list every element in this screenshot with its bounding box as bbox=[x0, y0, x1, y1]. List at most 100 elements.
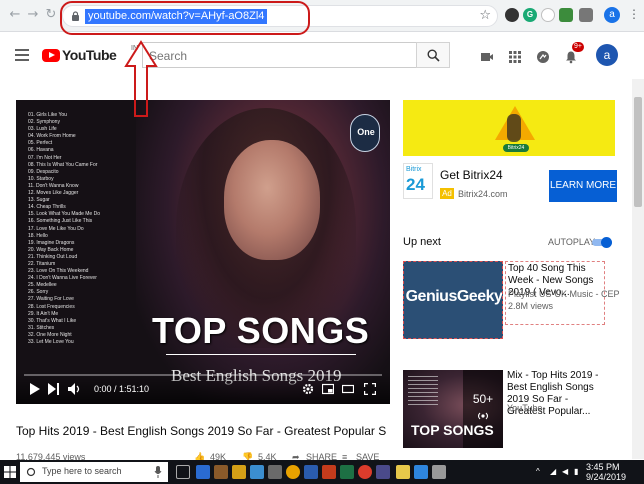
player-progress-bar[interactable] bbox=[24, 374, 382, 376]
taskbar-app-2-icon[interactable] bbox=[214, 465, 228, 479]
search-input[interactable] bbox=[149, 47, 409, 65]
taskbar-app-7-icon[interactable] bbox=[396, 465, 410, 479]
like-count[interactable]: 49K bbox=[210, 452, 226, 460]
back-arrow-icon[interactable]: ← bbox=[8, 8, 22, 22]
mix-thumbnail-text: TOP SONGS bbox=[411, 422, 494, 438]
taskbar-app-3-icon[interactable] bbox=[250, 465, 264, 479]
create-video-icon[interactable] bbox=[480, 50, 494, 64]
tracklist-item: 33. Let Me Love You bbox=[28, 339, 74, 345]
tracklist-item: 12. Moves Like Jagger bbox=[28, 190, 79, 197]
task-view-icon[interactable] bbox=[176, 465, 190, 479]
next-video-icon[interactable] bbox=[48, 383, 59, 395]
recommended-video-thumbnail[interactable]: GeniusGeeky bbox=[403, 261, 503, 339]
video-overlay-title: TOP SONGS bbox=[152, 310, 370, 351]
ad-logo-top-text: Bitrix bbox=[406, 166, 422, 173]
save-button[interactable]: SAVE bbox=[356, 452, 379, 460]
chrome-menu-icon[interactable]: ⋮ bbox=[628, 7, 640, 21]
region-code: IN bbox=[131, 45, 138, 52]
scrollbar-thumb[interactable] bbox=[634, 97, 642, 207]
hamburger-menu-icon[interactable] bbox=[15, 49, 29, 61]
save-icon[interactable]: ≡ bbox=[342, 452, 347, 460]
like-icon[interactable]: 👍 bbox=[194, 452, 205, 460]
taskbar-app-5-icon[interactable] bbox=[358, 465, 372, 479]
account-avatar[interactable]: a bbox=[596, 44, 618, 66]
video-tracklist: 01. Girls Like You 02. Symphony 03. Lush L… bbox=[28, 112, 138, 346]
tracklist-item: 10. Starboy bbox=[28, 175, 54, 182]
microphone-icon[interactable] bbox=[154, 466, 162, 478]
file-explorer-icon[interactable] bbox=[232, 465, 246, 479]
play-icon[interactable] bbox=[30, 383, 40, 395]
overlay-divider bbox=[166, 354, 356, 355]
recommended-video-channel[interactable]: Playlist US-UK Music - CEP bbox=[508, 288, 620, 300]
autoplay-label: AUTOPLAY bbox=[548, 237, 596, 247]
address-url-text[interactable]: youtube.com/watch?v=AHyf-aO8Zl4 bbox=[85, 9, 268, 24]
ad-banner-image[interactable]: Bitrix24 bbox=[403, 100, 615, 156]
miniplayer-icon[interactable] bbox=[322, 383, 334, 395]
taskbar-date[interactable]: 9/24/2019 bbox=[586, 472, 626, 482]
tracklist-item: 26. Sorry bbox=[28, 289, 49, 296]
video-player[interactable]: 01. Girls Like You 02. Symphony 03. Lush L… bbox=[16, 100, 390, 404]
reload-icon[interactable]: ↻ bbox=[44, 8, 58, 22]
share-button[interactable]: SHARE bbox=[306, 452, 337, 460]
taskbar-app-9-icon[interactable] bbox=[432, 465, 446, 479]
address-bar[interactable]: youtube.com/watch?v=AHyf-aO8Zl4 ☆ bbox=[62, 5, 498, 27]
tracklist-item: 03. Lush Life bbox=[28, 126, 57, 133]
extension-grammarly-icon[interactable]: G bbox=[523, 8, 537, 22]
theater-mode-icon[interactable] bbox=[342, 383, 354, 395]
taskbar-app-8-icon[interactable] bbox=[414, 465, 428, 479]
tracklist-item: 21. Thinking Out Loud bbox=[28, 253, 78, 260]
tracklist-item: 20. Way Back Home bbox=[28, 246, 74, 253]
dislike-icon[interactable]: 👎 bbox=[242, 452, 253, 460]
network-icon[interactable]: ◢ bbox=[550, 467, 556, 476]
taskbar-app-4-icon[interactable] bbox=[268, 465, 282, 479]
messages-icon[interactable] bbox=[536, 50, 550, 64]
settings-gear-icon[interactable] bbox=[302, 383, 314, 395]
screen: ← → ↻ youtube.com/watch?v=AHyf-aO8Zl4 ☆ … bbox=[0, 0, 644, 484]
dislike-count[interactable]: 5.4K bbox=[258, 452, 277, 460]
share-icon[interactable]: ➦ bbox=[292, 452, 300, 460]
recommended-mix-thumbnail[interactable]: 50+ TOP SONGS bbox=[403, 370, 503, 448]
autoplay-toggle[interactable] bbox=[592, 237, 612, 248]
apps-grid-icon[interactable] bbox=[508, 50, 522, 64]
recommended-mix-channel[interactable]: YouTube bbox=[507, 402, 542, 414]
browser-profile-avatar[interactable]: a bbox=[604, 7, 620, 23]
bookmark-star-icon[interactable]: ☆ bbox=[479, 8, 491, 23]
youtube-play-icon bbox=[42, 49, 60, 62]
extension-clip-icon[interactable] bbox=[541, 8, 555, 22]
page-scrollbar[interactable] bbox=[632, 79, 644, 459]
taskbar-app-6-icon[interactable] bbox=[376, 465, 390, 479]
chrome-taskbar-icon[interactable] bbox=[286, 465, 300, 479]
recommended-video-info[interactable]: Top 40 Song This Week - New Songs 2019 (… bbox=[505, 261, 620, 325]
powerpoint-taskbar-icon[interactable] bbox=[322, 465, 336, 479]
taskbar-time[interactable]: 3:45 PM bbox=[586, 462, 620, 472]
channel-watermark-text: One bbox=[357, 127, 375, 137]
tracklist-item: 06. Havana bbox=[28, 147, 54, 154]
extension-green-icon[interactable] bbox=[559, 8, 573, 22]
windows-start-icon[interactable] bbox=[4, 466, 16, 478]
taskbar-search-box[interactable]: Type here to search bbox=[20, 462, 168, 482]
fullscreen-icon[interactable] bbox=[364, 383, 376, 395]
volume-icon[interactable] bbox=[68, 383, 82, 395]
battery-icon[interactable]: ▮ bbox=[574, 467, 578, 476]
volume-tray-icon[interactable]: ◀ bbox=[562, 467, 568, 476]
tracklist-item: 09. Despacito bbox=[28, 168, 59, 175]
notifications-bell-icon[interactable] bbox=[564, 50, 578, 64]
extension-dark-icon[interactable] bbox=[505, 8, 519, 22]
playlist-count: 50+ bbox=[472, 392, 494, 406]
taskbar-app-1-icon[interactable] bbox=[196, 465, 210, 479]
forward-arrow-icon[interactable]: → bbox=[26, 8, 40, 22]
excel-taskbar-icon[interactable] bbox=[340, 465, 354, 479]
tracklist-item: 11. Don't Wanna Know bbox=[28, 182, 79, 189]
channel-watermark[interactable]: One bbox=[350, 114, 380, 152]
tracklist-item: 28. Lost Frequencies bbox=[28, 303, 75, 310]
tray-chevron-icon[interactable]: ^ bbox=[536, 467, 540, 476]
extension-grey-icon[interactable] bbox=[579, 8, 593, 22]
ad-title[interactable]: Get Bitrix24 bbox=[440, 168, 503, 182]
learn-more-button[interactable]: LEARN MORE bbox=[549, 170, 617, 202]
tracklist-item: 15. Look What You Made Me Do bbox=[28, 211, 100, 218]
word-taskbar-icon[interactable] bbox=[304, 465, 318, 479]
search-button[interactable] bbox=[416, 42, 450, 68]
ad-logo[interactable]: Bitrix 24 bbox=[403, 163, 433, 199]
mix-radio-icon bbox=[477, 412, 489, 420]
video-frame-face bbox=[224, 140, 320, 260]
